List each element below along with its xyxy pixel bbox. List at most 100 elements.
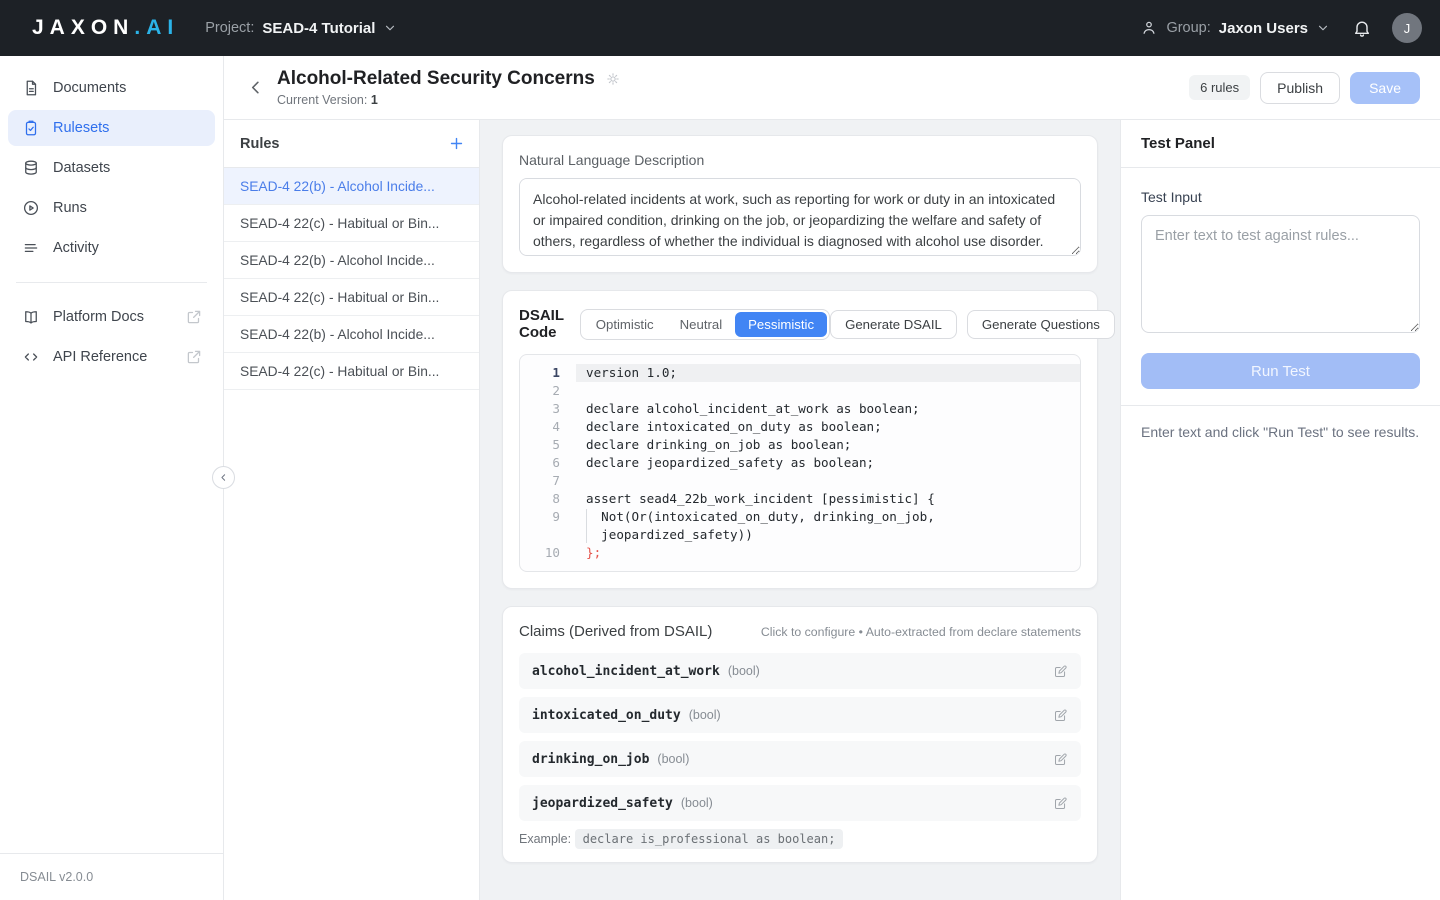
- book-icon: [22, 308, 40, 326]
- rule-list-item[interactable]: SEAD-4 22(c) - Habitual or Bin...: [224, 279, 479, 316]
- rules-panel-header: Rules: [224, 120, 479, 168]
- project-label: Project:: [205, 20, 254, 36]
- mode-segment-label: Pessimistic: [748, 317, 814, 332]
- sidebar-collapse-button[interactable]: [212, 466, 235, 489]
- code-text-line: version 1.0;: [586, 365, 677, 380]
- code-text: Not(Or(intoxicated_on_duty, drinking_on_…: [576, 508, 1080, 544]
- rule-list-item-label: SEAD-4 22(c) - Habitual or Bin...: [240, 290, 439, 305]
- mode-segment[interactable]: Neutral: [667, 312, 736, 337]
- sidebar-item-label: Rulesets: [53, 120, 109, 136]
- example-row: Example: declare is_professional as bool…: [519, 832, 1081, 846]
- title-actions: 6 rules Publish Save: [1189, 72, 1420, 104]
- code-line[interactable]: 7: [520, 472, 1080, 490]
- logo-accent: .AI: [134, 16, 179, 39]
- sidebar-item-rulesets[interactable]: Rulesets: [8, 110, 215, 146]
- group-label: Group:: [1166, 20, 1210, 36]
- back-button[interactable]: [246, 78, 265, 97]
- bell-icon: [1352, 18, 1372, 38]
- code-line[interactable]: 10 };: [520, 544, 1080, 562]
- gear-icon: [605, 71, 621, 87]
- test-input-textarea[interactable]: [1141, 215, 1420, 333]
- code-line[interactable]: 9 Not(Or(intoxicated_on_duty, drinking_o…: [520, 508, 1080, 544]
- edit-claim-button[interactable]: [1053, 796, 1068, 811]
- edit-claim-button[interactable]: [1053, 664, 1068, 679]
- chevron-down-icon: [383, 21, 397, 35]
- mode-segment[interactable]: Pessimistic: [735, 312, 827, 337]
- description-textarea[interactable]: Alcohol-related incidents at work, such …: [519, 178, 1081, 256]
- claim-name: jeopardized_safety: [532, 796, 673, 811]
- code-line[interactable]: 1 version 1.0;: [520, 364, 1080, 382]
- notifications-button[interactable]: [1352, 18, 1372, 38]
- rule-list-item-label: SEAD-4 22(c) - Habitual or Bin...: [240, 364, 439, 379]
- sidebar-item-runs[interactable]: Runs: [8, 190, 215, 226]
- logo-primary: JAXON: [32, 16, 134, 39]
- claim-row[interactable]: jeopardized_safety (bool): [519, 785, 1081, 821]
- project-name: SEAD-4 Tutorial: [262, 20, 375, 37]
- code-text: declare drinking_on_job as boolean;: [576, 436, 1080, 454]
- dsail-header: DSAIL Code OptimisticNeutralPessimistic …: [519, 307, 1081, 341]
- line-number: 8: [520, 490, 560, 508]
- rule-list-item[interactable]: SEAD-4 22(b) - Alcohol Incide...: [224, 168, 479, 205]
- ruleset-settings-button[interactable]: [605, 71, 621, 87]
- rule-list-item[interactable]: SEAD-4 22(c) - Habitual or Bin...: [224, 205, 479, 242]
- run-test-button[interactable]: Run Test: [1141, 353, 1420, 389]
- code-text: version 1.0;: [576, 364, 1080, 382]
- generate-dsail-button[interactable]: Generate DSAIL: [830, 310, 957, 339]
- claim-row[interactable]: drinking_on_job (bool): [519, 741, 1081, 777]
- editor-area: Natural Language Description Alcohol-rel…: [480, 120, 1120, 900]
- claim-type: (bool): [728, 664, 760, 678]
- line-number: 9: [520, 508, 560, 544]
- current-version-value: 1: [371, 93, 378, 107]
- edit-claim-button[interactable]: [1053, 708, 1068, 723]
- save-button[interactable]: Save: [1350, 72, 1420, 104]
- claim-row[interactable]: alcohol_incident_at_work (bool): [519, 653, 1081, 689]
- rules-count-badge: 6 rules: [1189, 75, 1250, 100]
- code-icon: [22, 348, 40, 366]
- mode-segment[interactable]: Optimistic: [583, 312, 667, 337]
- line-number: 1: [520, 364, 560, 382]
- code-line[interactable]: 5 declare drinking_on_job as boolean;: [520, 436, 1080, 454]
- group-selector[interactable]: Group: Jaxon Users: [1140, 19, 1330, 37]
- dsail-code-editor[interactable]: 1 version 1.0; 2 3 declare alcohol_incid…: [519, 354, 1081, 572]
- description-label: Natural Language Description: [519, 152, 1081, 168]
- code-text: assert sead4_22b_work_incident [pessimis…: [576, 490, 1080, 508]
- claim-row[interactable]: intoxicated_on_duty (bool): [519, 697, 1081, 733]
- code-line[interactable]: 2: [520, 382, 1080, 400]
- claims-title: Claims (Derived from DSAIL): [519, 623, 712, 640]
- dsail-version-label: DSAIL v2.0.0: [0, 853, 223, 900]
- line-number: 7: [520, 472, 560, 490]
- sidebar-item-api-reference[interactable]: API Reference: [8, 339, 215, 375]
- example-code: declare is_professional as boolean;: [575, 829, 844, 849]
- code-text-line: Not(Or(intoxicated_on_duty, drinking_on_…: [586, 509, 935, 524]
- sidebar-divider: [16, 282, 207, 283]
- title-bar: Alcohol-Related Security Concerns Curren…: [224, 56, 1440, 120]
- test-results-hint: Enter text and click "Run Test" to see r…: [1121, 406, 1440, 458]
- current-version-label: Current Version:: [277, 93, 367, 107]
- sidebar-item-platform-docs[interactable]: Platform Docs: [8, 299, 215, 335]
- rule-list-item[interactable]: SEAD-4 22(b) - Alcohol Incide...: [224, 316, 479, 353]
- publish-button[interactable]: Publish: [1260, 72, 1340, 104]
- activity-icon: [22, 239, 40, 257]
- mode-segmented-control: OptimisticNeutral Pessimistic: [580, 309, 830, 340]
- rule-list-item[interactable]: SEAD-4 22(b) - Alcohol Incide...: [224, 242, 479, 279]
- edit-icon: [1053, 708, 1068, 723]
- external-link-icon: [185, 348, 203, 366]
- line-number: 3: [520, 400, 560, 418]
- code-line[interactable]: 3 declare alcohol_incident_at_work as bo…: [520, 400, 1080, 418]
- plus-icon: [448, 135, 465, 152]
- rule-list-item[interactable]: SEAD-4 22(c) - Habitual or Bin...: [224, 353, 479, 390]
- sidebar-item-activity[interactable]: Activity: [8, 230, 215, 266]
- description-card: Natural Language Description Alcohol-rel…: [502, 135, 1098, 273]
- rule-list-item-label: SEAD-4 22(c) - Habitual or Bin...: [240, 216, 439, 231]
- code-line[interactable]: 8 assert sead4_22b_work_incident [pessim…: [520, 490, 1080, 508]
- add-rule-button[interactable]: [448, 135, 465, 152]
- code-line[interactable]: 6 declare jeopardized_safety as boolean;: [520, 454, 1080, 472]
- avatar[interactable]: J: [1392, 13, 1422, 43]
- external-link-icon: [185, 308, 203, 326]
- project-selector[interactable]: Project: SEAD-4 Tutorial: [205, 20, 397, 37]
- sidebar-item-datasets[interactable]: Datasets: [8, 150, 215, 186]
- generate-questions-button[interactable]: Generate Questions: [967, 310, 1115, 339]
- sidebar-item-documents[interactable]: Documents: [8, 70, 215, 106]
- code-line[interactable]: 4 declare intoxicated_on_duty as boolean…: [520, 418, 1080, 436]
- edit-claim-button[interactable]: [1053, 752, 1068, 767]
